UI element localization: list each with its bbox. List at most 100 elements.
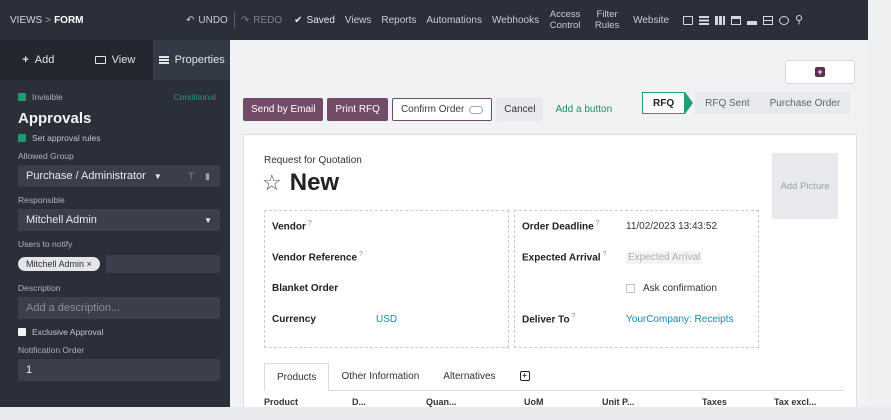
document-type-label: Request for Quotation bbox=[264, 155, 362, 166]
tab-properties[interactable]: Properties bbox=[153, 40, 231, 80]
field-row[interactable]: Vendor Reference ? bbox=[265, 242, 508, 273]
section-title: Approvals bbox=[18, 110, 92, 127]
responsible-select[interactable]: Mitchell Admin ▼ bbox=[18, 209, 220, 231]
activity-view-icon[interactable] bbox=[779, 15, 790, 25]
users-notify-label: Users to notify bbox=[18, 239, 73, 249]
undo-button[interactable]: ↶ UNDO bbox=[186, 15, 228, 26]
form-view-icon[interactable] bbox=[683, 15, 694, 25]
menu-filter-rules[interactable]: Filter Rules bbox=[591, 9, 623, 31]
redo-button[interactable]: ↷ REDO bbox=[241, 15, 282, 26]
checkbox-icon bbox=[18, 134, 26, 142]
help-icon: ? bbox=[305, 220, 312, 228]
print-rfq-button[interactable]: Print RFQ bbox=[327, 98, 388, 121]
menu-automations[interactable]: Automations bbox=[426, 15, 482, 26]
add-button-link[interactable]: Add a button bbox=[547, 98, 620, 121]
exclusive-approval-checkbox[interactable]: Exclusive Approval bbox=[18, 327, 220, 337]
invisible-row: Invisible Conditional bbox=[18, 92, 220, 102]
expected-arrival-input[interactable]: Expected Arrival bbox=[626, 251, 703, 264]
divider bbox=[233, 12, 235, 28]
list-icon bbox=[158, 56, 169, 64]
field-row[interactable]: Order Deadline ? 11/02/2023 13:43:52 bbox=[515, 211, 758, 242]
tab-add[interactable]: + Add bbox=[0, 40, 77, 80]
menu-access-control[interactable]: Access Control bbox=[549, 9, 581, 31]
tab-view[interactable]: View bbox=[77, 40, 154, 80]
tab-products[interactable]: Products bbox=[264, 363, 330, 391]
allowed-group-select[interactable]: Purchase / Administrator ▼ ⊤ ▮ bbox=[18, 165, 220, 187]
menu-webhooks[interactable]: Webhooks bbox=[492, 15, 539, 26]
right-edge bbox=[868, 0, 891, 407]
notification-order-input[interactable]: 1 bbox=[18, 359, 220, 381]
menu-reports[interactable]: Reports bbox=[381, 15, 416, 26]
ask-confirmation-checkbox[interactable] bbox=[626, 284, 635, 293]
field-row[interactable]: Ask confirmation bbox=[515, 273, 758, 304]
monitor-icon bbox=[94, 56, 106, 64]
field-row[interactable]: Vendor ? bbox=[265, 211, 508, 242]
star-icon[interactable]: ☆ bbox=[262, 170, 282, 196]
checkbox-icon bbox=[18, 93, 26, 101]
breadcrumb-views[interactable]: VIEWS bbox=[10, 15, 42, 26]
add-tab-button[interactable]: + bbox=[508, 362, 542, 390]
search-view-icon[interactable]: ⚲ bbox=[795, 14, 805, 25]
help-icon: ? bbox=[600, 251, 607, 259]
pivot-view-icon[interactable] bbox=[763, 15, 774, 25]
list-view-icon[interactable] bbox=[699, 15, 710, 25]
page-title: ☆ New bbox=[262, 169, 340, 196]
confirm-order-button[interactable]: Confirm Order bbox=[391, 98, 493, 121]
help-icon: ? bbox=[569, 313, 576, 321]
dates-group[interactable]: Order Deadline ? 11/02/2023 13:43:52 Exp… bbox=[514, 210, 759, 348]
deliver-to-value[interactable]: YourCompany: Receipts bbox=[626, 314, 733, 325]
redo-icon: ↷ bbox=[240, 14, 250, 26]
header-buttons: Send by Email Print RFQ Confirm Order Ca… bbox=[243, 98, 620, 121]
studio-menu: Views Reports Automations Webhooks Acces… bbox=[345, 9, 669, 31]
chevron-down-icon: ▼ bbox=[204, 215, 212, 225]
check-icon: ✔ bbox=[294, 14, 303, 26]
stage-rfq-sent[interactable]: RFQ Sent bbox=[695, 92, 760, 114]
tab-alternatives[interactable]: Alternatives bbox=[431, 362, 507, 390]
status-bar: RFQ RFQ Sent Purchase Order bbox=[642, 92, 851, 114]
breadcrumb-form: FORM bbox=[54, 14, 84, 26]
field-row[interactable]: Blanket Order bbox=[265, 273, 508, 304]
view-type-icons: ⚲ bbox=[683, 14, 805, 25]
send-email-button[interactable]: Send by Email bbox=[243, 98, 324, 121]
plus-square-icon: + bbox=[519, 371, 530, 381]
form-editor: + Send by Email Print RFQ Confirm Order … bbox=[230, 40, 868, 414]
sidebar-tabs: + Add View Properties bbox=[0, 40, 231, 80]
field-row[interactable]: Expected Arrival ? Expected Arrival bbox=[515, 242, 758, 273]
kanban-view-icon[interactable] bbox=[715, 15, 726, 25]
add-picture-button[interactable]: Add Picture bbox=[772, 153, 838, 219]
user-tag[interactable]: Mitchell Admin × bbox=[18, 257, 100, 271]
users-notify-input[interactable] bbox=[105, 255, 220, 273]
add-smart-button[interactable]: + bbox=[785, 60, 855, 84]
plus-square-icon: + bbox=[815, 67, 825, 77]
studio-topbar: VIEWS > FORM ↶ UNDO ↷ REDO ✔ Saved Views R… bbox=[0, 0, 868, 40]
invisible-checkbox[interactable]: Invisible bbox=[18, 92, 63, 102]
users-notify-field[interactable]: Mitchell Admin × bbox=[18, 253, 220, 275]
order-deadline-value[interactable]: 11/02/2023 13:43:52 bbox=[626, 221, 717, 232]
plus-icon: + bbox=[22, 54, 29, 66]
undo-icon: ↶ bbox=[186, 14, 195, 26]
currency-value[interactable]: USD bbox=[376, 314, 397, 325]
allowed-group-label: Allowed Group bbox=[18, 151, 74, 161]
graph-view-icon[interactable] bbox=[747, 15, 758, 25]
cancel-button[interactable]: Cancel bbox=[496, 98, 544, 121]
conditional-link[interactable]: Conditional bbox=[173, 92, 220, 102]
menu-website[interactable]: Website bbox=[633, 15, 669, 26]
description-label: Description bbox=[18, 283, 61, 293]
stage-arrow-icon bbox=[685, 92, 694, 114]
notification-order-label: Notification Order bbox=[18, 345, 85, 355]
stage-rfq[interactable]: RFQ bbox=[642, 92, 686, 114]
field-row[interactable]: Deliver To ? YourCompany: Receipts bbox=[515, 304, 758, 335]
set-approval-rules-checkbox[interactable]: Set approval rules bbox=[18, 133, 220, 143]
field-row[interactable]: Currency USD bbox=[265, 304, 508, 335]
trash-icon[interactable]: ▮ bbox=[205, 171, 210, 182]
description-input[interactable]: Add a description... bbox=[18, 297, 220, 319]
menu-views[interactable]: Views bbox=[345, 15, 372, 26]
stage-purchase-order[interactable]: Purchase Order bbox=[759, 92, 851, 114]
saved-indicator: ✔ Saved bbox=[294, 14, 335, 26]
calendar-view-icon[interactable] bbox=[731, 15, 742, 25]
breadcrumb: VIEWS > FORM bbox=[10, 14, 84, 26]
tab-other-information[interactable]: Other Information bbox=[329, 362, 431, 390]
filter-icon[interactable]: ⊤ bbox=[187, 171, 195, 182]
help-icon: ? bbox=[357, 251, 363, 259]
vendor-group[interactable]: Vendor ? Vendor Reference ? Blanket Orde… bbox=[264, 210, 509, 348]
